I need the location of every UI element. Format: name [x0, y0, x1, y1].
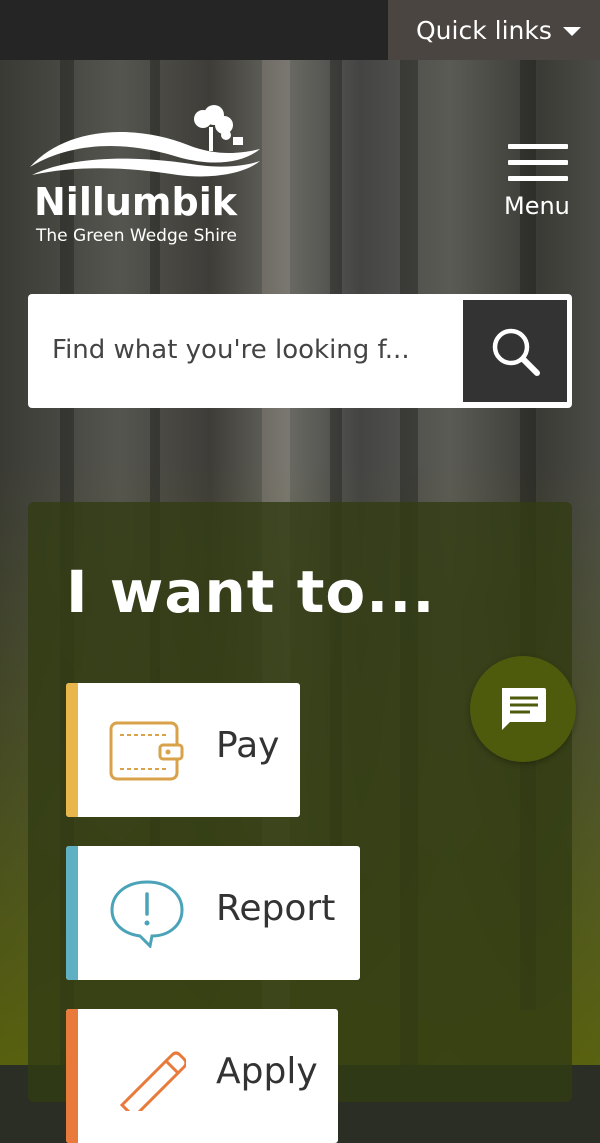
card-accent [66, 683, 78, 817]
panel-title: I want to... [66, 558, 436, 626]
report-card[interactable]: Report [66, 846, 360, 980]
alert-speech-bubble-icon [110, 880, 184, 948]
menu-button[interactable]: Menu [500, 142, 576, 224]
brand-name: Nillumbik [34, 180, 238, 224]
caret-down-icon [563, 27, 581, 36]
card-accent [66, 846, 78, 980]
menu-label: Menu [504, 192, 570, 220]
apply-label: Apply [216, 1051, 318, 1092]
pay-card[interactable]: Pay [66, 683, 300, 817]
quick-links-label: Quick links [416, 15, 552, 45]
wallet-icon [109, 721, 184, 781]
pay-label: Pay [216, 725, 280, 766]
search-input[interactable] [52, 322, 462, 378]
quick-links-dropdown[interactable]: Quick links [388, 0, 600, 60]
brand-tagline: The Green Wedge Shire [35, 226, 237, 246]
top-bar: Quick links [0, 0, 600, 60]
chat-button[interactable] [470, 656, 576, 762]
apply-card[interactable]: Apply [66, 1009, 338, 1143]
search-button[interactable] [463, 300, 567, 402]
hills-and-trees-logo: Nillumbik The Green Wedge Shire [30, 105, 260, 246]
chat-bubble-icon [502, 688, 546, 730]
search-icon [492, 328, 540, 376]
site-logo[interactable]: Nillumbik The Green Wedge Shire [28, 105, 268, 250]
card-accent [66, 1009, 78, 1143]
report-label: Report [216, 888, 336, 929]
pencil-icon [119, 1051, 186, 1111]
search-bar [28, 294, 572, 408]
